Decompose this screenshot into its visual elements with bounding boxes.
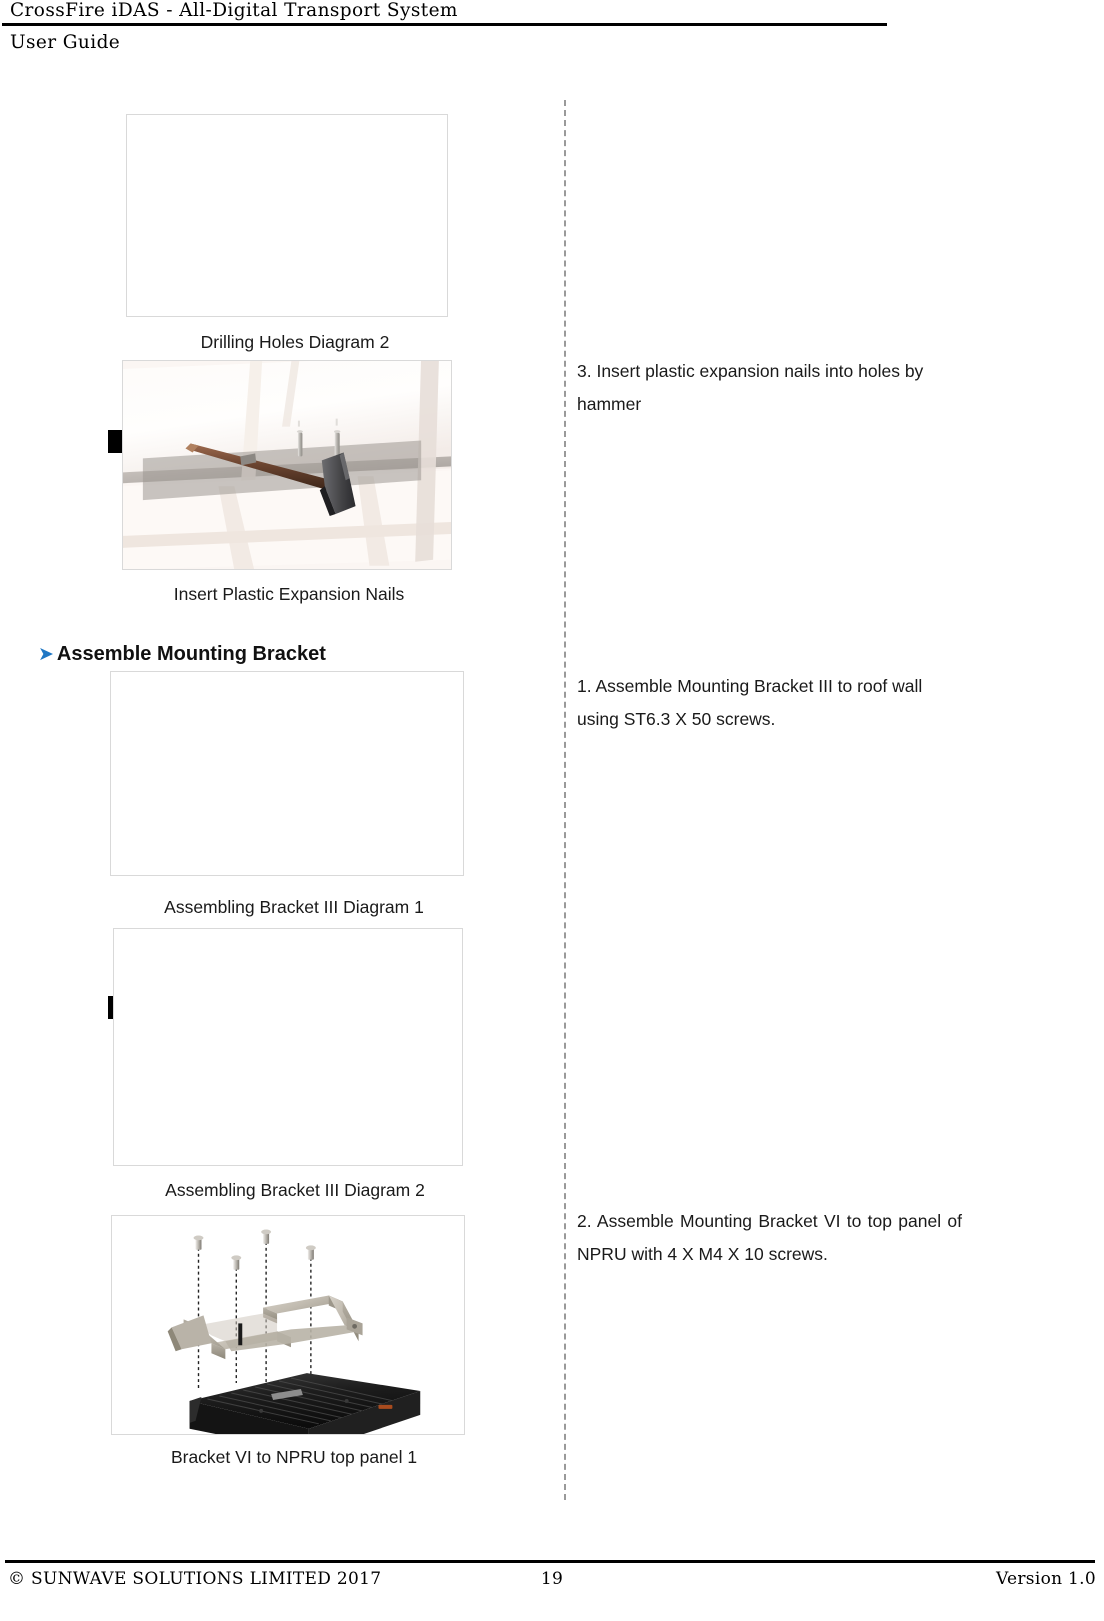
figure-assembling-bracket-iii-diagram-1 — [110, 671, 464, 876]
page-header: CrossFire iDAS - All-Digital Transport S… — [0, 0, 1104, 56]
figure-caption-assembling-bracket-iii-diagram-2: Assembling Bracket III Diagram 2 — [165, 1180, 425, 1200]
left-column: Drilling Holes Diagram 2 Insert Plastic … — [0, 100, 540, 1500]
figure-assembling-bracket-iii-diagram-2 — [113, 928, 463, 1166]
header-rule — [2, 23, 887, 26]
document-title: CrossFire iDAS - All-Digital Transport S… — [10, 0, 458, 21]
footer-version: Version 1.0 — [996, 1568, 1096, 1589]
arrow-bullet-icon: ➤ — [38, 644, 54, 665]
footer-page-number: 19 — [540, 1568, 564, 1589]
figure-insert-plastic-expansion-nails — [122, 360, 452, 570]
figure-drilling-holes-diagram-2 — [126, 114, 448, 317]
section-heading-label: Assemble Mounting Bracket — [56, 643, 326, 665]
step-assemble-bracket-iii: 1. Assemble Mounting Bracket III to roof… — [577, 676, 923, 729]
document-subtitle: User Guide — [10, 32, 121, 53]
figure-caption-bracket-vi-to-npru-top-panel-1: Bracket VI to NPRU top panel 1 — [170, 1447, 418, 1467]
step-insert-expansion-nails: 3. Insert plastic expansion nails into h… — [577, 361, 924, 414]
figure-bracket-vi-to-npru-top-panel-1 — [111, 1215, 465, 1435]
section-heading-assemble-mounting-bracket: ➤ Assemble Mounting Bracket — [38, 643, 326, 666]
step-assemble-bracket-vi: 2. Assemble Mounting Bracket VI to top p… — [577, 1211, 962, 1264]
ceiling-hammer-illustration — [123, 361, 451, 569]
page-content: Drilling Holes Diagram 2 Insert Plastic … — [0, 100, 1104, 1500]
right-column: 3. Insert plastic expansion nails into h… — [565, 100, 1065, 1500]
figure-caption-drilling-holes-diagram-2: Drilling Holes Diagram 2 — [200, 332, 390, 352]
bracket-over-npru-illustration — [112, 1216, 464, 1434]
page-footer: © SUNWAVE SOLUTIONS LIMITED 2017 19 Vers… — [0, 1560, 1104, 1603]
figure-caption-insert-plastic-expansion-nails: Insert Plastic Expansion Nails — [173, 584, 405, 604]
figure-caption-assembling-bracket-iii-diagram-1: Assembling Bracket III Diagram 1 — [164, 897, 424, 917]
